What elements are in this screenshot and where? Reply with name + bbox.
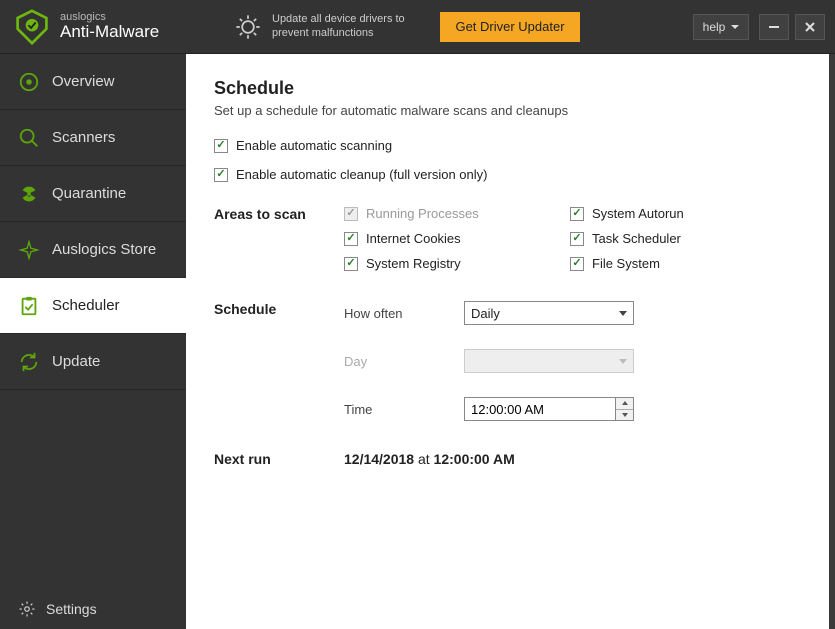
app-logo-block: auslogics Anti-Malware — [0, 9, 220, 45]
day-select — [464, 349, 634, 373]
sidebar-item-label: Auslogics Store — [52, 241, 156, 258]
time-up-button[interactable] — [616, 398, 633, 410]
area-label: System Registry — [366, 256, 461, 271]
close-button[interactable] — [795, 14, 825, 40]
areas-to-scan-label: Areas to scan — [214, 206, 344, 271]
sidebar-item-scheduler[interactable]: Scheduler — [0, 278, 186, 334]
sidebar-item-label: Scheduler — [52, 297, 120, 314]
time-spinner — [616, 397, 634, 421]
settings-label: Settings — [46, 601, 97, 617]
checkbox-icon[interactable] — [570, 232, 584, 246]
area-file-system[interactable]: File System — [570, 256, 684, 271]
chevron-down-icon — [622, 413, 628, 417]
chevron-down-icon — [731, 25, 739, 29]
gear-icon — [18, 600, 36, 618]
close-icon — [804, 21, 816, 33]
sidebar-item-label: Update — [52, 353, 100, 370]
chevron-down-icon — [619, 311, 627, 316]
app-title: auslogics Anti-Malware — [60, 11, 159, 42]
refresh-icon — [18, 351, 40, 373]
sidebar-item-store[interactable]: Auslogics Store — [0, 222, 186, 278]
promo-tip: Update all device drivers to prevent mal… — [220, 13, 440, 41]
chevron-down-icon — [619, 359, 627, 364]
how-often-label: How often — [344, 306, 464, 321]
area-label: System Autorun — [592, 206, 684, 221]
sidebar-item-update[interactable]: Update — [0, 334, 186, 390]
area-label: File System — [592, 256, 660, 271]
help-dropdown[interactable]: help — [693, 14, 749, 40]
area-label: Internet Cookies — [366, 231, 461, 246]
sidebar: Overview Scanners Quarantine Auslogics S… — [0, 54, 186, 629]
sidebar-item-scanners[interactable]: Scanners — [0, 110, 186, 166]
how-often-value: Daily — [471, 306, 500, 321]
checkbox-icon[interactable] — [344, 257, 358, 271]
checkbox-icon — [344, 207, 358, 221]
next-run-value: 12/14/2018 at 12:00:00 AM — [344, 451, 515, 467]
day-label: Day — [344, 354, 464, 369]
minimize-icon — [768, 21, 780, 33]
area-running-processes: Running Processes — [344, 206, 570, 221]
time-input[interactable] — [464, 397, 616, 421]
page-title: Schedule — [214, 78, 801, 99]
page-subtitle: Set up a schedule for automatic malware … — [214, 103, 801, 118]
content-pane: Schedule Set up a schedule for automatic… — [186, 54, 829, 629]
sidebar-item-label: Quarantine — [52, 185, 126, 202]
radiation-icon — [18, 183, 40, 205]
chevron-up-icon — [622, 401, 628, 405]
time-down-button[interactable] — [616, 410, 633, 421]
settings-link[interactable]: Settings — [0, 589, 186, 629]
area-system-registry[interactable]: System Registry — [344, 256, 570, 271]
sparkle-icon — [18, 239, 40, 261]
app-shield-icon — [14, 9, 50, 45]
checkbox-label: Enable automatic scanning — [236, 138, 392, 153]
clipboard-icon — [18, 295, 40, 317]
next-run-label: Next run — [214, 451, 344, 467]
overview-icon — [18, 71, 40, 93]
magnify-icon — [18, 127, 40, 149]
time-label: Time — [344, 402, 464, 417]
area-label: Task Scheduler — [592, 231, 681, 246]
promo-text: Update all device drivers to prevent mal… — [272, 13, 405, 41]
window-edge — [829, 54, 835, 629]
how-often-select[interactable]: Daily — [464, 301, 634, 325]
checkbox-icon[interactable] — [570, 207, 584, 221]
schedule-section-label: Schedule — [214, 301, 344, 421]
enable-automatic-cleanup[interactable]: Enable automatic cleanup (full version o… — [214, 167, 801, 182]
area-task-scheduler[interactable]: Task Scheduler — [570, 231, 684, 246]
enable-automatic-scanning[interactable]: Enable automatic scanning — [214, 138, 801, 153]
minimize-button[interactable] — [759, 14, 789, 40]
checkbox-icon[interactable] — [570, 257, 584, 271]
help-label: help — [703, 20, 726, 34]
titlebar: auslogics Anti-Malware Update all device… — [0, 0, 835, 54]
sidebar-item-label: Scanners — [52, 129, 115, 146]
checkbox-label: Enable automatic cleanup (full version o… — [236, 167, 487, 182]
checkbox-icon[interactable] — [214, 168, 228, 182]
area-internet-cookies[interactable]: Internet Cookies — [344, 231, 570, 246]
sidebar-item-quarantine[interactable]: Quarantine — [0, 166, 186, 222]
sidebar-item-label: Overview — [52, 73, 115, 90]
app-name: Anti-Malware — [60, 22, 159, 41]
checkbox-icon[interactable] — [214, 139, 228, 153]
area-label: Running Processes — [366, 206, 479, 221]
get-driver-updater-button[interactable]: Get Driver Updater — [440, 12, 580, 42]
sidebar-item-overview[interactable]: Overview — [0, 54, 186, 110]
lightbulb-icon — [234, 13, 262, 41]
checkbox-icon[interactable] — [344, 232, 358, 246]
area-system-autorun[interactable]: System Autorun — [570, 206, 684, 221]
